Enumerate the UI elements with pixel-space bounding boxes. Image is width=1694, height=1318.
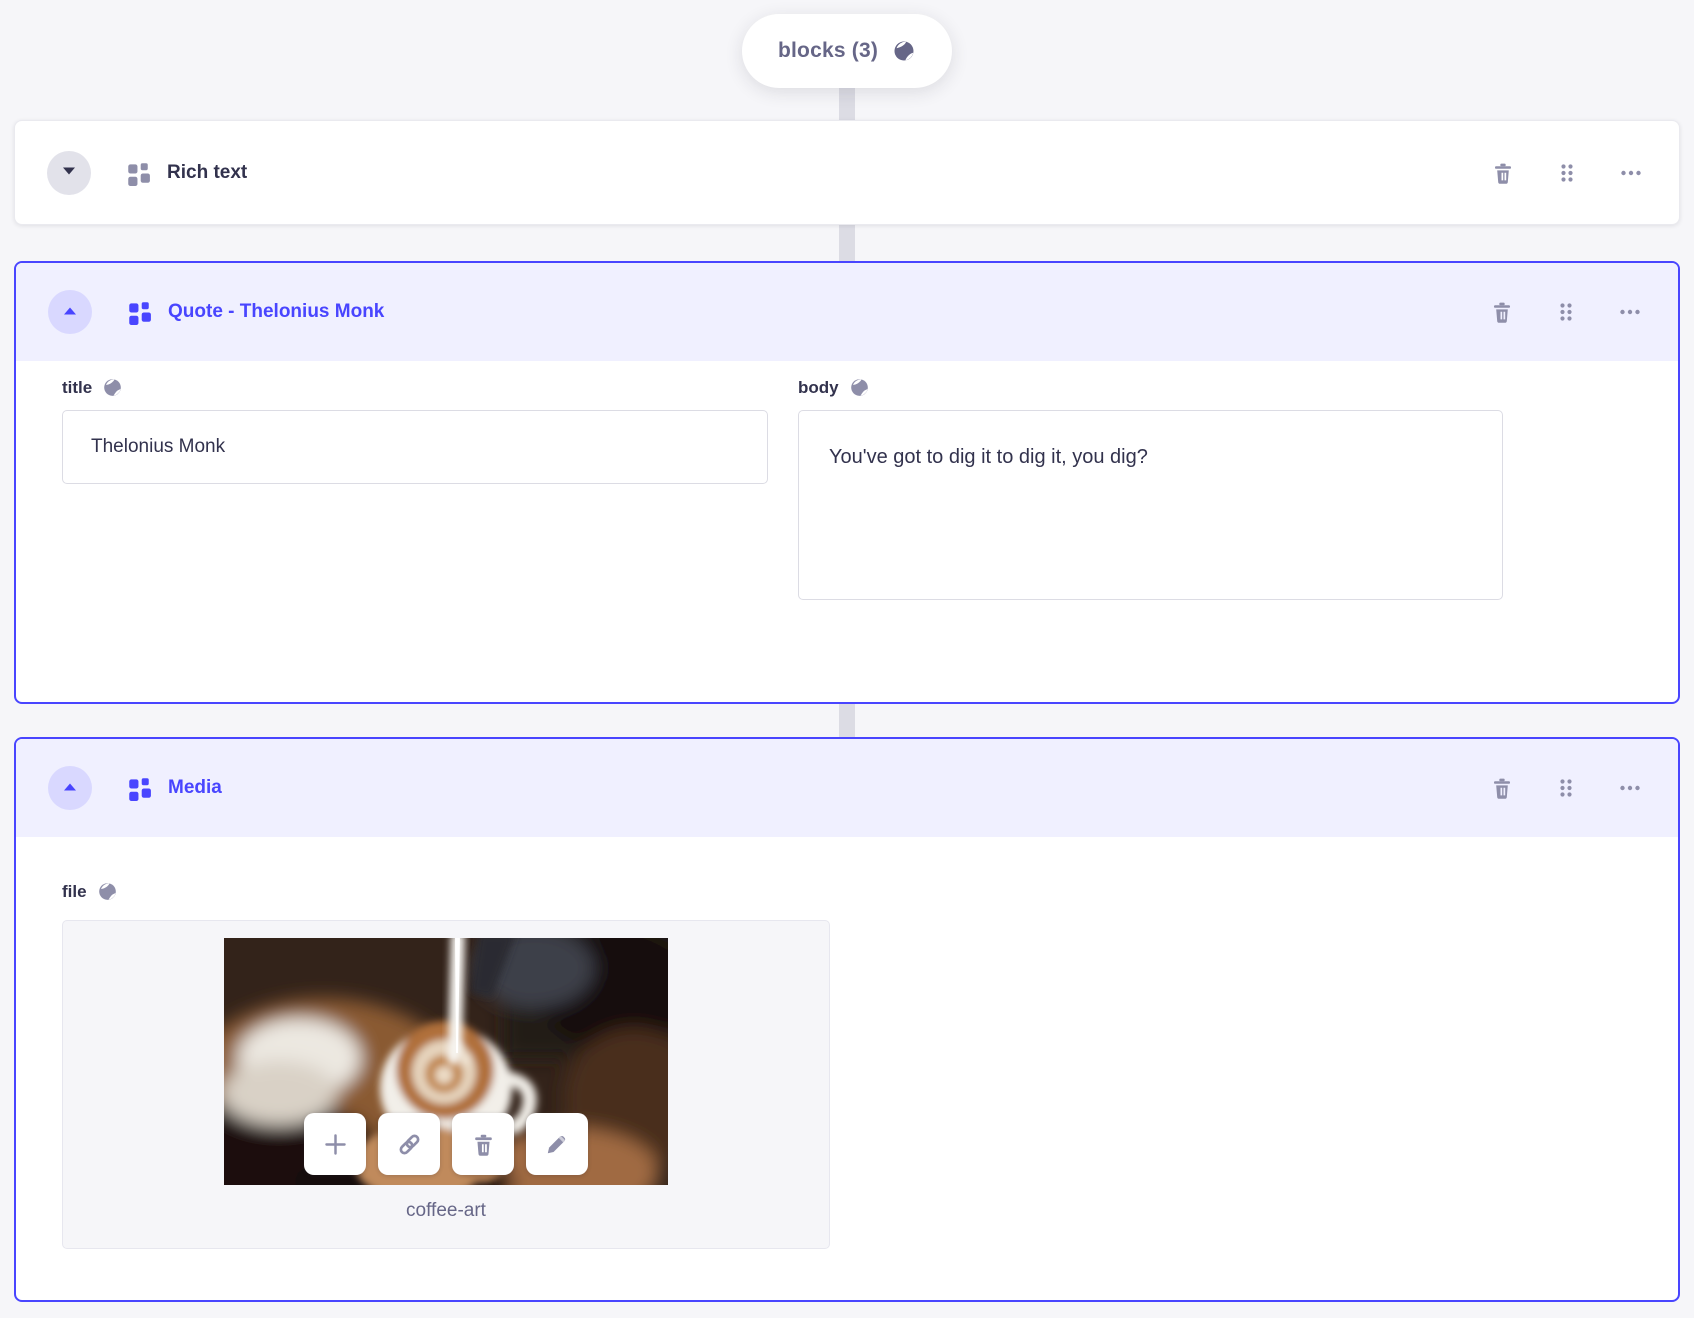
globe-icon [98,883,116,900]
collapse-toggle-button[interactable] [48,290,92,334]
chevron-up-icon [58,775,82,802]
blocks-count-label: blocks (3) [777,39,879,62]
component-grid-icon [128,162,150,186]
media-field-box: coffee-art [62,920,830,1249]
asset-action-bar [304,1113,588,1175]
delete-block-button[interactable] [1490,300,1514,324]
block-header: Quote - Thelonius Monk [16,263,1678,361]
trash-icon [474,1134,492,1156]
field-label-row: body [798,377,1503,398]
block-body: file coffee-art [16,837,1678,1249]
field-title: title [62,377,768,605]
field-body: body You've got to dig it to dig it, you… [798,377,1503,605]
more-options-button[interactable] [1618,776,1642,800]
pencil-icon [547,1135,566,1154]
globe-icon [894,41,914,61]
title-input[interactable] [62,410,768,484]
component-grid-icon [129,778,151,801]
block-actions [1490,776,1642,800]
drag-handle[interactable] [1555,161,1579,185]
chevron-down-icon [57,159,81,186]
block-actions [1490,300,1642,324]
delete-block-button[interactable] [1491,161,1515,185]
delete-block-button[interactable] [1490,776,1514,800]
block-rich-text: Rich text [14,120,1680,225]
link-icon [397,1132,421,1156]
field-label: title [62,377,93,397]
block-header: Media [16,739,1678,837]
copy-link-button[interactable] [378,1113,440,1175]
block-title: Quote - Thelonius Monk [168,301,385,322]
drag-dots-icon [1561,163,1573,182]
media-asset [224,938,668,1185]
block-actions [1491,161,1643,185]
more-options-button[interactable] [1619,161,1643,185]
plus-icon [324,1133,346,1155]
block-quote: Quote - Thelonius Monk title body You've… [14,261,1680,704]
component-grid-icon [129,302,151,325]
collapse-toggle-button[interactable] [48,766,92,810]
block-body: title body You've got to dig it to dig i… [16,361,1678,605]
ellipsis-icon [1621,170,1641,175]
add-asset-button[interactable] [304,1113,366,1175]
blocks-field-pill: blocks (3) [741,14,953,88]
drag-dots-icon [1560,779,1572,797]
drag-handle[interactable] [1554,300,1578,324]
field-label: file [62,881,87,901]
delete-asset-button[interactable] [452,1113,514,1175]
field-label-row: file [62,881,1678,902]
more-options-button[interactable] [1618,300,1642,324]
edit-asset-button[interactable] [526,1113,588,1175]
ellipsis-icon [1620,785,1640,791]
globe-icon [850,379,868,396]
trash-icon [1495,163,1511,184]
block-title: Media [168,777,222,798]
block-title: Rich text [167,161,248,183]
globe-icon [104,379,122,396]
trash-icon [1494,302,1510,323]
ellipsis-icon [1620,309,1640,315]
block-media: Media file coffee-art [14,737,1680,1302]
drag-handle[interactable] [1554,776,1578,800]
trash-icon [1494,778,1510,799]
drag-dots-icon [1560,303,1572,321]
chevron-up-icon [58,299,82,326]
field-label-row: title [62,377,768,398]
field-label: body [798,377,839,397]
expand-toggle-button[interactable] [47,150,91,195]
asset-file-name: coffee-art [406,1200,486,1221]
body-textarea[interactable]: You've got to dig it to dig it, you dig? [798,410,1503,600]
